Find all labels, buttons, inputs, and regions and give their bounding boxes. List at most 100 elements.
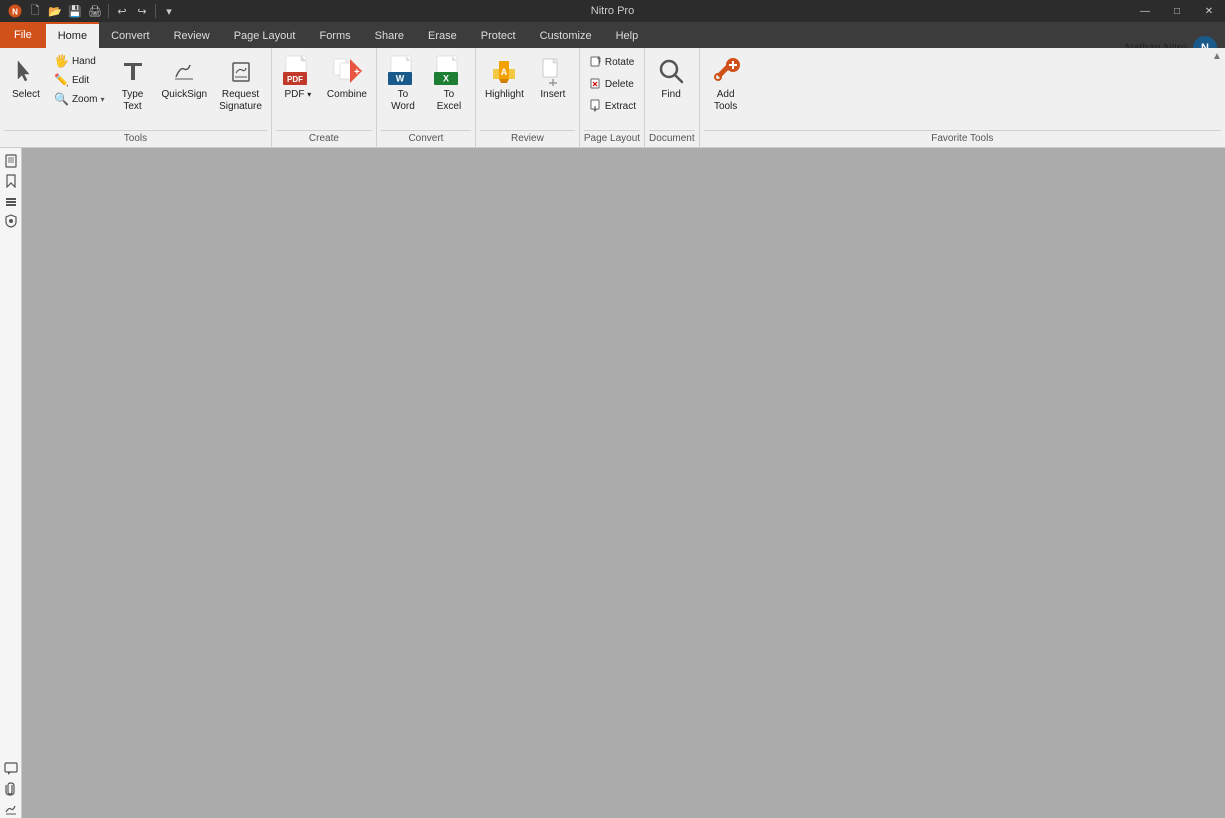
delete-label: Delete (605, 79, 634, 90)
app-title: Nitro Pro (591, 5, 634, 17)
request-signature-icon (225, 55, 257, 87)
tab-review[interactable]: Review (162, 22, 222, 48)
window-controls: — □ ✕ (1129, 0, 1225, 22)
add-tools-label: AddTools (714, 89, 737, 113)
highlight-button[interactable]: A Highlight (480, 52, 529, 124)
select-icon (10, 55, 42, 87)
ribbon-group-convert: W ToWord X ToExcel (377, 48, 476, 147)
quicksign-label: QuickSign (162, 89, 208, 101)
find-button[interactable]: Find (649, 52, 693, 124)
highlight-label: Highlight (485, 89, 524, 101)
to-excel-button[interactable]: X ToExcel (427, 52, 471, 124)
tab-customize[interactable]: Customize (528, 22, 604, 48)
zoom-label: Zoom (72, 94, 98, 105)
tools-group-label: Tools (4, 130, 267, 147)
quick-access-toolbar: N 🗋 📂 💾 🖨 ↩ ↪ ▾ (0, 0, 178, 22)
tab-share[interactable]: Share (363, 22, 416, 48)
insert-label: Insert (540, 89, 565, 101)
undo-icon[interactable]: ↩ (113, 2, 131, 20)
type-text-button[interactable]: TypeText (111, 52, 155, 124)
close-button[interactable]: ✕ (1193, 0, 1225, 22)
convert-group-content: W ToWord X ToExcel (381, 52, 471, 128)
rotate-icon (588, 54, 602, 71)
pdf-button[interactable]: PDF PDF ▾ (276, 52, 320, 124)
qa-separator (108, 4, 109, 18)
sidebar-pages-icon[interactable] (2, 152, 20, 170)
ribbon-collapse-button[interactable]: ▲ (1209, 48, 1225, 64)
sidebar-layers-icon[interactable] (2, 192, 20, 210)
select-button[interactable]: Select (4, 52, 48, 124)
maximize-button[interactable]: □ (1161, 0, 1193, 22)
zoom-button[interactable]: 🔍 Zoom ▾ (50, 90, 109, 108)
tab-file[interactable]: File (0, 22, 46, 48)
print-icon[interactable]: 🖨 (86, 2, 104, 20)
svg-text:A: A (501, 67, 508, 77)
tab-page-layout[interactable]: Page Layout (222, 22, 308, 48)
nitro-logo-icon[interactable]: N (6, 2, 24, 20)
extract-button[interactable]: Extract (584, 96, 640, 117)
save-icon[interactable]: 💾 (66, 2, 84, 20)
find-icon (655, 55, 687, 87)
pagelayout-stack: Rotate Delete (584, 52, 640, 117)
zoom-icon: 🔍 (54, 92, 69, 106)
qa-separator-2 (155, 4, 156, 18)
open-file-icon[interactable]: 📂 (46, 2, 64, 20)
document-group-content: Find (649, 52, 695, 128)
ribbon-panel: Select 🖐 Hand ✏️ Edit 🔍 Zoom ▾ (0, 48, 1225, 148)
sidebar-attachments-icon[interactable] (2, 780, 20, 798)
quicksign-button[interactable]: QuickSign (157, 52, 213, 124)
delete-button[interactable]: Delete (584, 74, 640, 95)
insert-button[interactable]: Insert (531, 52, 575, 124)
combine-button[interactable]: + Combine (322, 52, 372, 124)
highlight-icon: A (488, 55, 520, 87)
svg-text:+: + (354, 67, 360, 78)
sidebar-comments-icon[interactable] (2, 760, 20, 778)
ribbon-group-favorite-tools: AddTools Favorite Tools (700, 48, 1225, 147)
ribbon-group-review: A Highlight Insert (476, 48, 580, 147)
sidebar-signatures-icon[interactable] (2, 800, 20, 818)
pagelayout-group-content: Rotate Delete (584, 52, 640, 128)
pdf-icon: PDF (282, 55, 314, 87)
tab-home[interactable]: Home (46, 22, 99, 48)
tab-help[interactable]: Help (604, 22, 651, 48)
svg-text:PDF: PDF (287, 75, 303, 84)
convert-group-label: Convert (381, 130, 471, 147)
tab-forms[interactable]: Forms (307, 22, 362, 48)
extract-label: Extract (605, 101, 636, 112)
to-excel-label: ToExcel (437, 89, 461, 113)
to-word-button[interactable]: W ToWord (381, 52, 425, 124)
create-group-label: Create (276, 130, 372, 147)
rotate-label: Rotate (605, 57, 634, 68)
minimize-button[interactable]: — (1129, 0, 1161, 22)
review-group-content: A Highlight Insert (480, 52, 575, 128)
left-sidebar (0, 148, 22, 818)
pagelayout-group-label: Page Layout (584, 130, 640, 147)
hand-icon: 🖐 (54, 54, 69, 68)
zoom-dropdown-arrow: ▾ (101, 95, 105, 104)
customize-qa-icon[interactable]: ▾ (160, 2, 178, 20)
svg-text:N: N (12, 8, 18, 17)
ribbon-group-pagelayout: Rotate Delete (580, 48, 645, 147)
main-canvas (22, 148, 1225, 818)
excel-icon: X (433, 55, 465, 87)
edit-button[interactable]: ✏️ Edit (50, 71, 109, 89)
add-tools-button[interactable]: AddTools (704, 52, 748, 124)
tab-convert[interactable]: Convert (99, 22, 162, 48)
tab-erase[interactable]: Erase (416, 22, 469, 48)
quicksign-icon (168, 55, 200, 87)
redo-icon[interactable]: ↪ (133, 2, 151, 20)
hand-button[interactable]: 🖐 Hand (50, 52, 109, 70)
tab-protect[interactable]: Protect (469, 22, 528, 48)
create-group-content: PDF PDF ▾ + Combine (276, 52, 372, 128)
combine-label: Combine (327, 89, 367, 101)
request-signature-button[interactable]: RequestSignature (214, 52, 267, 124)
delete-icon (588, 76, 602, 93)
sidebar-security-icon[interactable] (2, 212, 20, 230)
sidebar-bookmarks-icon[interactable] (2, 172, 20, 190)
ribbon-group-create: PDF PDF ▾ + Combine (272, 48, 377, 147)
title-bar: N 🗋 📂 💾 🖨 ↩ ↪ ▾ Nitro Pro — □ ✕ (0, 0, 1225, 22)
new-file-icon[interactable]: 🗋 (26, 2, 44, 20)
rotate-button[interactable]: Rotate (584, 52, 640, 73)
type-text-icon (117, 55, 149, 87)
favorite-tools-group-content: AddTools (704, 52, 1221, 128)
